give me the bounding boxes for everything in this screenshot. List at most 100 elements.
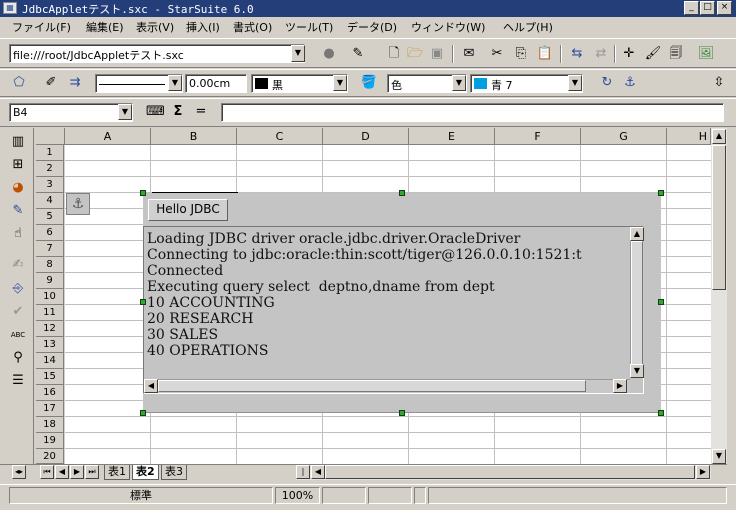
scroll-up-button[interactable]: ▲ [630,227,644,241]
row-header[interactable]: 4 [36,193,64,209]
more-controls-icon[interactable]: ⇳ [710,74,728,92]
autocorrect-icon[interactable]: ⎆ [9,280,27,298]
insert-cells-icon[interactable]: ⊞ [9,156,27,174]
spellcheck-icon[interactable]: ✔ [9,303,27,321]
sheet-scroll-up-button[interactable]: ▲ [712,129,726,144]
area-fill-icon[interactable]: 🪣 [360,74,378,92]
row-header[interactable]: 2 [36,161,64,177]
selection-handle[interactable] [399,190,405,196]
scroll-left-button[interactable]: ◀ [144,379,158,393]
menu-help[interactable]: ヘルプ(H) [503,19,553,35]
row-header[interactable]: 1 [36,145,64,161]
paste-icon[interactable]: 📋 [536,45,554,63]
anchor-icon[interactable]: ⚓ [621,74,639,92]
maximize-button[interactable]: □ [700,1,715,15]
line-style-icon[interactable]: ✐ [42,74,60,92]
status-modified[interactable] [414,487,426,504]
sum-button[interactable]: Σ [169,103,187,121]
formula-input[interactable] [221,103,724,122]
copy-icon[interactable]: ⎘ [512,45,530,63]
sheet-hscroll-thumb[interactable] [325,465,695,479]
sheet-scroll-right-button[interactable]: ▶ [696,465,710,479]
column-header[interactable]: E [409,128,495,145]
row-header[interactable]: 19 [36,433,64,449]
app-icon[interactable]: ▦ [3,2,17,14]
navigator-icon[interactable]: ✛ [620,45,638,63]
menu-tools[interactable]: ツール(T) [285,19,333,35]
area-style-dropdown[interactable]: ▼ [452,75,466,91]
form-functions-icon[interactable]: ☝ [9,225,27,243]
menu-insert[interactable]: 挿入(I) [186,19,220,35]
insert-icon[interactable]: ▥ [9,133,27,151]
row-header[interactable]: 20 [36,449,64,464]
first-sheet-button[interactable]: ⏮ [40,465,54,479]
row-header[interactable]: 8 [36,257,64,273]
row-header[interactable]: 10 [36,289,64,305]
show-draw-functions-icon[interactable]: ✎ [9,202,27,220]
redo-icon[interactable]: ⇄ [592,45,610,63]
menu-edit[interactable]: 編集(E) [86,19,124,35]
hello-jdbc-button[interactable]: Hello JDBC [148,199,228,221]
selection-handle[interactable] [140,410,146,416]
sheet-tab[interactable]: 表3 [161,465,187,480]
selection-handle[interactable] [140,299,146,305]
selection-handle[interactable] [658,190,664,196]
menu-window[interactable]: ウィンドウ(W) [411,19,485,35]
function-button[interactable]: = [192,103,210,121]
scroll-right-button[interactable]: ▶ [613,379,627,393]
column-header[interactable]: G [581,128,667,145]
row-header[interactable]: 17 [36,401,64,417]
cut-icon[interactable]: ✂ [488,45,506,63]
stylist-icon[interactable]: 🖌 [644,45,662,63]
name-box[interactable]: B4 [9,103,133,122]
selection-handle[interactable] [399,410,405,416]
next-sheet-button[interactable]: ▶ [70,465,84,479]
scroll-down-button[interactable]: ▼ [630,364,644,378]
line-style-dropdown[interactable]: ▼ [168,75,182,91]
row-header[interactable]: 18 [36,417,64,433]
row-header[interactable]: 7 [36,241,64,257]
selection-handle[interactable] [140,190,146,196]
split-handle[interactable]: ◂▸ [12,465,26,479]
gallery-icon[interactable]: 🖼 [697,45,715,63]
open-folder-icon[interactable]: 🗁 [406,45,424,63]
hsplit-handle[interactable]: | [296,465,310,479]
name-box-dropdown[interactable]: ▼ [118,104,132,120]
status-insert-mode[interactable] [322,487,366,504]
row-header[interactable]: 6 [36,225,64,241]
menu-file[interactable]: ファイル(F) [12,19,71,35]
select-all-corner[interactable] [36,128,65,145]
insert-object-icon[interactable]: ◕ [9,179,27,197]
column-header[interactable]: B [151,128,237,145]
sheet-scroll-down-button[interactable]: ▼ [712,449,726,464]
sheet-tab-active[interactable]: 表2 [132,465,159,480]
menu-format[interactable]: 書式(O) [233,19,272,35]
minimize-button[interactable]: _ [684,1,699,15]
column-header[interactable]: D [323,128,409,145]
edit-file-icon[interactable]: ✎ [349,45,367,63]
column-header[interactable]: H [667,128,711,145]
sheet-scroll-left-button[interactable]: ◀ [311,465,325,479]
textarea-vscroll-thumb[interactable] [631,241,643,365]
area-color-dropdown[interactable]: ▼ [568,75,582,91]
row-header[interactable]: 16 [36,385,64,401]
menu-view[interactable]: 表示(V) [136,19,174,35]
row-header[interactable]: 14 [36,353,64,369]
row-header[interactable]: 9 [36,273,64,289]
column-header[interactable]: F [495,128,581,145]
row-header[interactable]: 5 [36,209,64,225]
data-sources-icon[interactable]: 🗐 [667,45,685,63]
status-page-style[interactable]: 標準 [9,487,273,504]
close-button[interactable]: × [717,1,732,15]
arrow-style-icon[interactable]: ⇉ [66,74,84,92]
column-header[interactable]: A [65,128,151,145]
export-icon[interactable]: ✉ [460,45,478,63]
line-color-dropdown[interactable]: ▼ [333,75,347,91]
prev-sheet-button[interactable]: ◀ [55,465,69,479]
find-replace-icon[interactable]: ⚲ [9,349,27,367]
auto-spellcheck-icon[interactable]: ABC [9,326,27,344]
line-width-field[interactable]: 0.00cm [185,74,247,93]
last-sheet-button[interactable]: ⏭ [85,465,99,479]
menu-data[interactable]: データ(D) [347,19,397,35]
textarea-hscroll-thumb[interactable] [158,380,586,392]
